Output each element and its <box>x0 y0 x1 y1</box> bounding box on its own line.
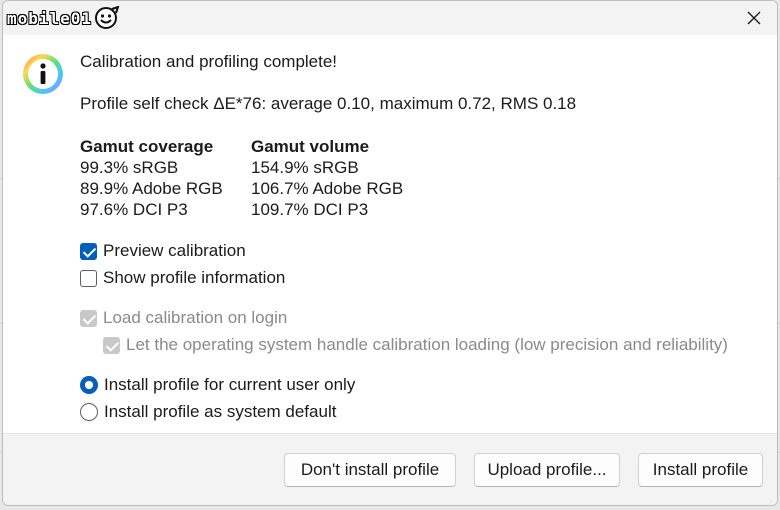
dialog-heading: Calibration and profiling complete! <box>80 52 338 71</box>
load-on-login-label: Load calibration on login <box>103 308 288 327</box>
show-profile-info-option[interactable]: Show profile information <box>80 268 285 288</box>
load-on-login-option: Load calibration on login <box>80 308 287 328</box>
install-current-user-radio[interactable] <box>80 376 98 394</box>
gamut-coverage-column: Gamut coverage 99.3% sRGB 89.9% Adobe RG… <box>80 136 223 220</box>
install-system-default-option[interactable]: Install profile as system default <box>80 402 336 422</box>
install-system-default-label: Install profile as system default <box>104 402 337 421</box>
info-icon <box>23 54 63 94</box>
gamut-volume-value: 109.7% DCI P3 <box>251 200 369 219</box>
upload-profile-button[interactable]: Upload profile... <box>474 453 620 487</box>
show-profile-info-checkbox[interactable] <box>80 269 97 287</box>
os-handle-loading-label: Let the operating system handle calibrat… <box>126 335 728 354</box>
install-current-user-option[interactable]: Install profile for current user only <box>80 375 355 395</box>
brand-text: mobile01 <box>7 8 93 28</box>
dont-install-button[interactable]: Don't install profile <box>284 453 456 487</box>
titlebar: mobile01 <box>3 1 777 35</box>
gamut-volume-value: 154.9% sRGB <box>251 158 359 177</box>
install-profile-button[interactable]: Install profile <box>638 453 763 487</box>
gamut-coverage-value: 97.6% DCI P3 <box>80 200 188 219</box>
load-on-login-checkbox <box>80 309 97 327</box>
gamut-coverage-value: 89.9% Adobe RGB <box>80 179 223 198</box>
gamut-coverage-value: 99.3% sRGB <box>80 158 179 177</box>
dialog-footer: Don't install profile Upload profile... … <box>3 433 777 505</box>
show-profile-info-label: Show profile information <box>103 268 286 287</box>
preview-calibration-checkbox[interactable] <box>80 242 97 260</box>
brand-logo: mobile01 <box>7 6 120 30</box>
calibration-complete-dialog: mobile01 Calibration and profiling compl… <box>2 0 778 506</box>
gamut-volume-column: Gamut volume 154.9% sRGB 106.7% Adobe RG… <box>251 136 403 220</box>
os-handle-loading-option: Let the operating system handle calibrat… <box>103 335 728 355</box>
gamut-volume-header: Gamut volume <box>251 137 370 156</box>
preview-calibration-label: Preview calibration <box>103 241 246 260</box>
smiley-badge-icon <box>95 6 120 29</box>
os-handle-loading-checkbox <box>103 336 120 354</box>
close-button[interactable] <box>731 1 777 35</box>
close-icon <box>747 11 761 25</box>
gamut-volume-value: 106.7% Adobe RGB <box>251 179 404 198</box>
preview-calibration-option[interactable]: Preview calibration <box>80 241 246 261</box>
self-check-summary: Profile self check ΔE*76: average 0.10, … <box>80 94 577 113</box>
install-system-default-radio[interactable] <box>80 403 98 421</box>
install-current-user-label: Install profile for current user only <box>104 375 356 394</box>
gamut-coverage-header: Gamut coverage <box>80 137 214 156</box>
